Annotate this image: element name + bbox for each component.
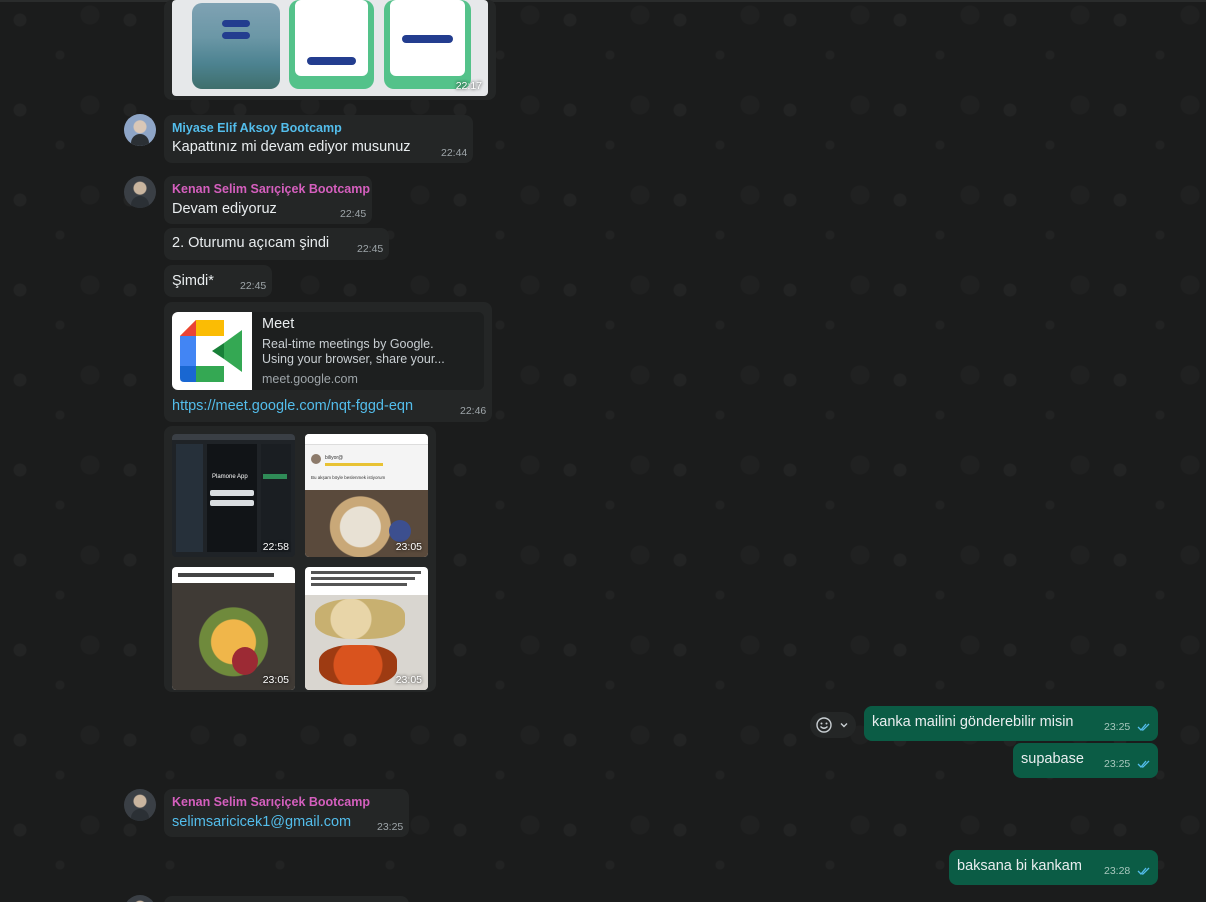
message-text: Devam ediyoruz: [172, 201, 277, 217]
incoming-message[interactable]: [164, 896, 409, 902]
message-text: 2. Oturumu açıcam şindi: [172, 235, 330, 251]
message-time: 22:45: [357, 243, 384, 255]
emoji-icon: [816, 717, 832, 733]
avatar[interactable]: [124, 895, 156, 902]
message-text: Kapattınız mi devam ediyor musunuz: [172, 139, 411, 155]
message-time: 23:25: [1104, 721, 1131, 733]
message-time: 23:05: [262, 674, 289, 686]
preview-title: Meet: [262, 316, 295, 332]
double-check-icon: [1137, 760, 1150, 768]
outgoing-message[interactable]: supabase 23:25: [1013, 743, 1158, 778]
message-time: 23:25: [377, 821, 404, 833]
phone-screenshot-form-1: [289, 0, 374, 89]
image-attachment[interactable]: 22:17: [172, 0, 488, 96]
message-text: supabase: [1021, 751, 1084, 767]
message-time: 23:28: [1104, 865, 1131, 877]
preview-description-line: Real-time meetings by Google.: [262, 337, 434, 351]
preview-description-line: Using your browser, share your...: [262, 352, 445, 366]
message-time: 22:58: [262, 541, 289, 553]
outgoing-message[interactable]: kanka mailini gönderebilir misin 23:25: [864, 706, 1158, 741]
google-meet-logo: [172, 312, 252, 390]
chat-panel: 22:17 Miyase Elif Aksoy Bootcamp Kapattı…: [0, 0, 1206, 902]
incoming-message[interactable]: 2. Oturumu açıcam şindi 22:45: [164, 228, 389, 260]
message-time: 23:05: [395, 541, 422, 553]
avatar[interactable]: [124, 789, 156, 821]
incoming-message[interactable]: Kenan Selim Sarıçiçek Bootcamp Devam edi…: [164, 176, 372, 224]
avatar[interactable]: [124, 176, 156, 208]
sender-name[interactable]: Miyase Elif Aksoy Bootcamp: [172, 121, 342, 135]
double-check-icon: [1137, 867, 1150, 875]
image-album-bubble[interactable]: Plamone App 22:58 biliyor@ Bu akşam böyl…: [164, 426, 436, 692]
preview-description: Real-time meetings by Google. Using your…: [262, 337, 445, 367]
phone-screenshot-mountain: [192, 3, 280, 89]
incoming-message[interactable]: Şimdi* 22:45: [164, 265, 272, 297]
image-message-bubble[interactable]: 22:17: [164, 0, 496, 100]
message-link[interactable]: https://meet.google.com/nqt-fggd-eqn: [172, 398, 413, 414]
album-image[interactable]: Plamone App 22:58: [172, 434, 295, 557]
message-time: 22:45: [340, 208, 367, 220]
message-time: 23:25: [1104, 758, 1131, 770]
link-preview-card[interactable]: Meet Real-time meetings by Google. Using…: [172, 312, 484, 390]
reaction-button[interactable]: [810, 712, 856, 738]
message-text: Şimdi*: [172, 273, 214, 289]
preview-domain: meet.google.com: [262, 372, 358, 386]
message-time: 23:05: [395, 674, 422, 686]
avatar[interactable]: [124, 114, 156, 146]
outgoing-message[interactable]: baksana bi kankam 23:28: [949, 850, 1158, 885]
image-text: Bu akşam böyle beslenmek istiyorum: [311, 475, 386, 480]
double-check-icon: [1137, 723, 1150, 731]
phone-screenshot-form-2: [384, 0, 471, 89]
message-time: 22:44: [441, 147, 468, 159]
message-time: 22:46: [460, 405, 487, 417]
album-image[interactable]: biliyor@ Bu akşam böyle beslenmek istiyo…: [305, 434, 428, 557]
image-text: Plamone App: [212, 474, 248, 480]
sender-name[interactable]: Kenan Selim Sarıçiçek Bootcamp: [172, 182, 370, 196]
message-text: kanka mailini gönderebilir misin: [872, 714, 1074, 730]
message-email-link[interactable]: selimsaricicek1@gmail.com: [172, 814, 351, 830]
incoming-message[interactable]: Miyase Elif Aksoy Bootcamp Kapattınız mi…: [164, 115, 473, 163]
sender-name[interactable]: Kenan Selim Sarıçiçek Bootcamp: [172, 795, 370, 809]
message-time: 22:45: [240, 280, 267, 292]
incoming-message[interactable]: Kenan Selim Sarıçiçek Bootcamp selimsari…: [164, 789, 409, 837]
album-image[interactable]: 23:05: [305, 567, 428, 690]
message-text: baksana bi kankam: [957, 858, 1082, 874]
link-message[interactable]: Meet Real-time meetings by Google. Using…: [164, 302, 492, 422]
album-image[interactable]: 23:05: [172, 567, 295, 690]
message-time: 22:17: [455, 80, 482, 92]
chevron-down-icon: [840, 723, 848, 728]
image-text: biliyor@: [325, 455, 344, 461]
